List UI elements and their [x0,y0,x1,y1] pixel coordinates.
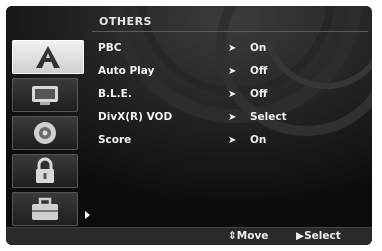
setting-label: Score [98,134,132,146]
sidebar-item-display[interactable] [12,78,78,112]
select-hint: ▶Select [296,230,341,242]
submenu-arrow-icon [85,211,90,219]
setting-row-auto-play[interactable]: Auto Play ➤ Off [98,63,267,79]
sidebar-item-audio[interactable] [12,116,78,150]
setting-value: On [250,42,267,54]
setting-value: Select [250,111,287,123]
speaker-icon [34,122,56,144]
move-hint: ⇕Move [228,230,269,242]
setting-row-pbc[interactable]: PBC ➤ On [98,40,266,56]
lock-icon [36,157,54,183]
osd-screen: OTHERS PBC ➤ On Auto Play ➤ Off B.L.E. ➤… [6,6,372,245]
setting-value: Off [250,88,268,100]
sidebar-item-others[interactable] [12,192,90,226]
setting-value: On [250,134,267,146]
setting-label: DivX(R) VOD [98,111,173,123]
sidebar-item-lock[interactable] [12,154,78,188]
setting-label: PBC [98,42,122,54]
pointer-icon: ➤ [228,111,237,123]
sidebar [8,34,90,227]
setting-row-score[interactable]: Score ➤ On [98,132,266,148]
setting-row-divx-vod[interactable]: DivX(R) VOD ➤ Select [98,109,287,125]
display-icon [32,86,58,105]
pointer-icon: ➤ [228,42,237,54]
setting-row-ble[interactable]: B.L.E. ➤ Off [98,86,267,102]
pointer-icon: ➤ [228,134,237,146]
pointer-icon: ➤ [228,88,237,100]
setting-label: Auto Play [98,65,155,77]
sidebar-item-language[interactable] [12,40,84,74]
setting-label: B.L.E. [98,88,132,100]
footer-bar: ⇕Move ▶Select [6,227,372,245]
pointer-icon: ➤ [228,65,237,77]
setting-value: Off [250,65,268,77]
menu-title: OTHERS [99,15,152,28]
toolbox-icon [32,197,58,220]
language-a-icon [36,46,60,68]
title-divider [92,31,368,32]
